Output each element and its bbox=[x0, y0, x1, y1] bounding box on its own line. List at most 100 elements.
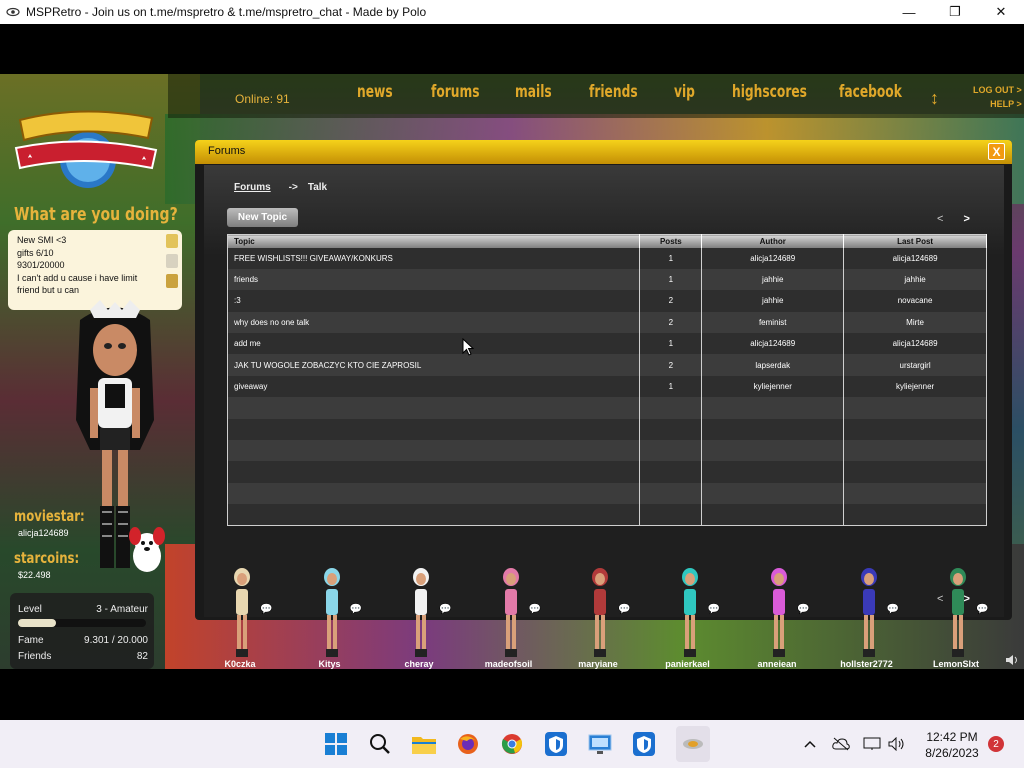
nav-vip[interactable]: vip bbox=[674, 82, 695, 102]
prev-page-button[interactable]: < bbox=[937, 213, 943, 225]
minimize-button[interactable]: — bbox=[886, 0, 932, 24]
author-cell[interactable]: alicja124689 bbox=[701, 333, 845, 355]
cloud-offline-icon[interactable] bbox=[829, 732, 853, 756]
new-topic-button[interactable]: New Topic bbox=[227, 208, 298, 227]
last-post-cell[interactable]: jahhie bbox=[843, 268, 987, 291]
table-row[interactable]: JAK TU WOGOLE ZOBACZYC KTO CIE ZAPROSIL 2… bbox=[227, 354, 987, 376]
chat-bubble-icon[interactable]: 💬 bbox=[260, 604, 272, 615]
chrome-icon[interactable] bbox=[500, 732, 524, 756]
chat-bubble-icon[interactable]: 💬 bbox=[887, 604, 899, 615]
friend-item[interactable]: 💬 Kitys bbox=[290, 562, 370, 669]
friend-name[interactable]: hollster2772 bbox=[827, 659, 907, 669]
nav-friends[interactable]: friends bbox=[589, 82, 638, 102]
friend-name[interactable]: maryiane bbox=[558, 659, 638, 669]
nav-highscores[interactable]: highscores bbox=[732, 82, 807, 102]
next-page-button[interactable]: > bbox=[963, 213, 969, 225]
author-cell[interactable]: jahhie bbox=[701, 290, 845, 312]
last-post-cell[interactable]: urstargirl bbox=[843, 354, 987, 376]
friend-item[interactable]: 💬 maryiane bbox=[558, 562, 638, 669]
author-cell[interactable]: kyliejenner bbox=[701, 375, 845, 398]
forums-close-button[interactable]: X bbox=[988, 143, 1005, 160]
col-author[interactable]: Author bbox=[701, 234, 845, 248]
nav-forums[interactable]: forums bbox=[431, 82, 480, 102]
logout-link[interactable]: LOG OUT > bbox=[973, 83, 1022, 97]
friend-name[interactable]: panierkael bbox=[648, 659, 728, 669]
table-row[interactable]: :3 2 jahhie novacane bbox=[227, 290, 987, 312]
friend-avatar[interactable] bbox=[409, 567, 433, 659]
moviestar-planet-logo[interactable] bbox=[12, 102, 158, 188]
maximize-button[interactable]: ❐ bbox=[932, 0, 978, 24]
chat-bubble-icon[interactable]: 💬 bbox=[797, 604, 809, 615]
sort-arrow-icon[interactable]: ↕ bbox=[930, 88, 939, 109]
defender-shield-icon[interactable] bbox=[632, 732, 656, 756]
chat-bubble-icon[interactable]: 💬 bbox=[708, 604, 720, 615]
table-row[interactable]: add me 1 alicja124689 alicja124689 bbox=[227, 333, 987, 355]
author-cell[interactable]: lapserdak bbox=[701, 354, 845, 376]
last-post-cell[interactable]: alicja124689 bbox=[843, 247, 987, 269]
status-icon[interactable] bbox=[166, 254, 178, 268]
file-explorer-icon[interactable] bbox=[412, 732, 436, 756]
friend-avatar[interactable] bbox=[857, 567, 881, 659]
friend-item[interactable]: 💬 anneiean bbox=[737, 562, 817, 669]
topic-cell[interactable]: JAK TU WOGOLE ZOBACZYC KTO CIE ZAPROSIL bbox=[227, 354, 641, 376]
system-clock[interactable]: 12:42 PM 8/26/2023 bbox=[918, 729, 986, 761]
topic-cell[interactable]: :3 bbox=[227, 290, 641, 312]
topic-cell[interactable]: friends bbox=[227, 268, 641, 291]
friend-avatar[interactable] bbox=[320, 567, 344, 659]
mspretro-app-icon[interactable] bbox=[676, 726, 710, 762]
chat-bubble-icon[interactable]: 💬 bbox=[439, 604, 451, 615]
remote-desktop-icon[interactable] bbox=[588, 732, 612, 756]
friend-name[interactable]: cheray bbox=[379, 659, 459, 669]
col-last-post[interactable]: Last Post bbox=[843, 234, 987, 248]
table-row[interactable]: giveaway 1 kyliejenner kyliejenner bbox=[227, 375, 987, 398]
chevron-up-icon[interactable] bbox=[798, 732, 822, 756]
sound-icon[interactable] bbox=[1005, 654, 1019, 666]
topic-cell[interactable]: FREE WISHLISTS!!! GIVEAWAY/KONKURS bbox=[227, 247, 641, 269]
friend-avatar[interactable] bbox=[499, 567, 523, 659]
col-topic[interactable]: Topic bbox=[227, 234, 641, 248]
last-post-cell[interactable]: novacane bbox=[843, 290, 987, 312]
network-icon[interactable] bbox=[860, 732, 884, 756]
notification-badge[interactable]: 2 bbox=[988, 736, 1004, 752]
last-post-cell[interactable]: Mirte bbox=[843, 311, 987, 334]
topic-cell[interactable]: giveaway bbox=[227, 375, 641, 398]
friend-item[interactable]: 💬 hollster2772 bbox=[827, 562, 907, 669]
close-window-button[interactable]: ✕ bbox=[978, 0, 1024, 24]
friend-name[interactable]: Kitys bbox=[290, 659, 370, 669]
friend-name[interactable]: anneiean bbox=[737, 659, 817, 669]
firefox-icon[interactable] bbox=[456, 732, 480, 756]
friend-avatar[interactable] bbox=[230, 567, 254, 659]
chat-bubble-icon[interactable]: 💬 bbox=[976, 604, 988, 615]
status-bubble[interactable]: New SMI <3 gifts 6/10 9301/20000 I can't… bbox=[8, 230, 182, 310]
start-windows-icon[interactable] bbox=[324, 732, 348, 756]
chat-bubble-icon[interactable]: 💬 bbox=[529, 604, 541, 615]
table-row[interactable]: why does no one talk 2 feminist Mirte bbox=[227, 311, 987, 334]
chat-bubble-icon[interactable]: 💬 bbox=[350, 604, 362, 615]
friend-avatar[interactable] bbox=[946, 567, 970, 659]
search-icon[interactable] bbox=[368, 732, 392, 756]
topic-cell[interactable]: add me bbox=[227, 333, 641, 355]
nav-news[interactable]: news bbox=[357, 82, 393, 102]
friend-name[interactable]: LemonSlxt bbox=[916, 659, 996, 669]
last-post-cell[interactable]: alicja124689 bbox=[843, 333, 987, 355]
topic-cell[interactable]: why does no one talk bbox=[227, 311, 641, 334]
volume-icon[interactable] bbox=[885, 732, 909, 756]
defender-shield-icon[interactable] bbox=[544, 732, 568, 756]
friend-name[interactable]: K0czka bbox=[200, 659, 280, 669]
friend-item[interactable]: 💬 madeofsoil bbox=[469, 562, 549, 669]
help-link[interactable]: HELP > bbox=[973, 97, 1022, 111]
moviestar-name[interactable]: alicja124689 bbox=[18, 528, 69, 538]
pet-dog-icon[interactable] bbox=[126, 526, 168, 574]
author-cell[interactable]: feminist bbox=[701, 311, 845, 334]
friend-item[interactable]: 💬 cheray bbox=[379, 562, 459, 669]
last-post-cell[interactable]: kyliejenner bbox=[843, 375, 987, 398]
col-posts[interactable]: Posts bbox=[639, 234, 703, 248]
forums-window-header[interactable]: Forums X bbox=[195, 140, 1012, 164]
chat-bubble-icon[interactable]: 💬 bbox=[618, 604, 630, 615]
friend-item[interactable]: 💬 panierkael bbox=[648, 562, 728, 669]
nav-mails[interactable]: mails bbox=[515, 82, 552, 102]
breadcrumb-forums-link[interactable]: Forums bbox=[234, 182, 271, 193]
status-icon[interactable] bbox=[166, 234, 178, 248]
author-cell[interactable]: jahhie bbox=[701, 268, 845, 291]
nav-facebook[interactable]: facebook bbox=[839, 82, 902, 102]
